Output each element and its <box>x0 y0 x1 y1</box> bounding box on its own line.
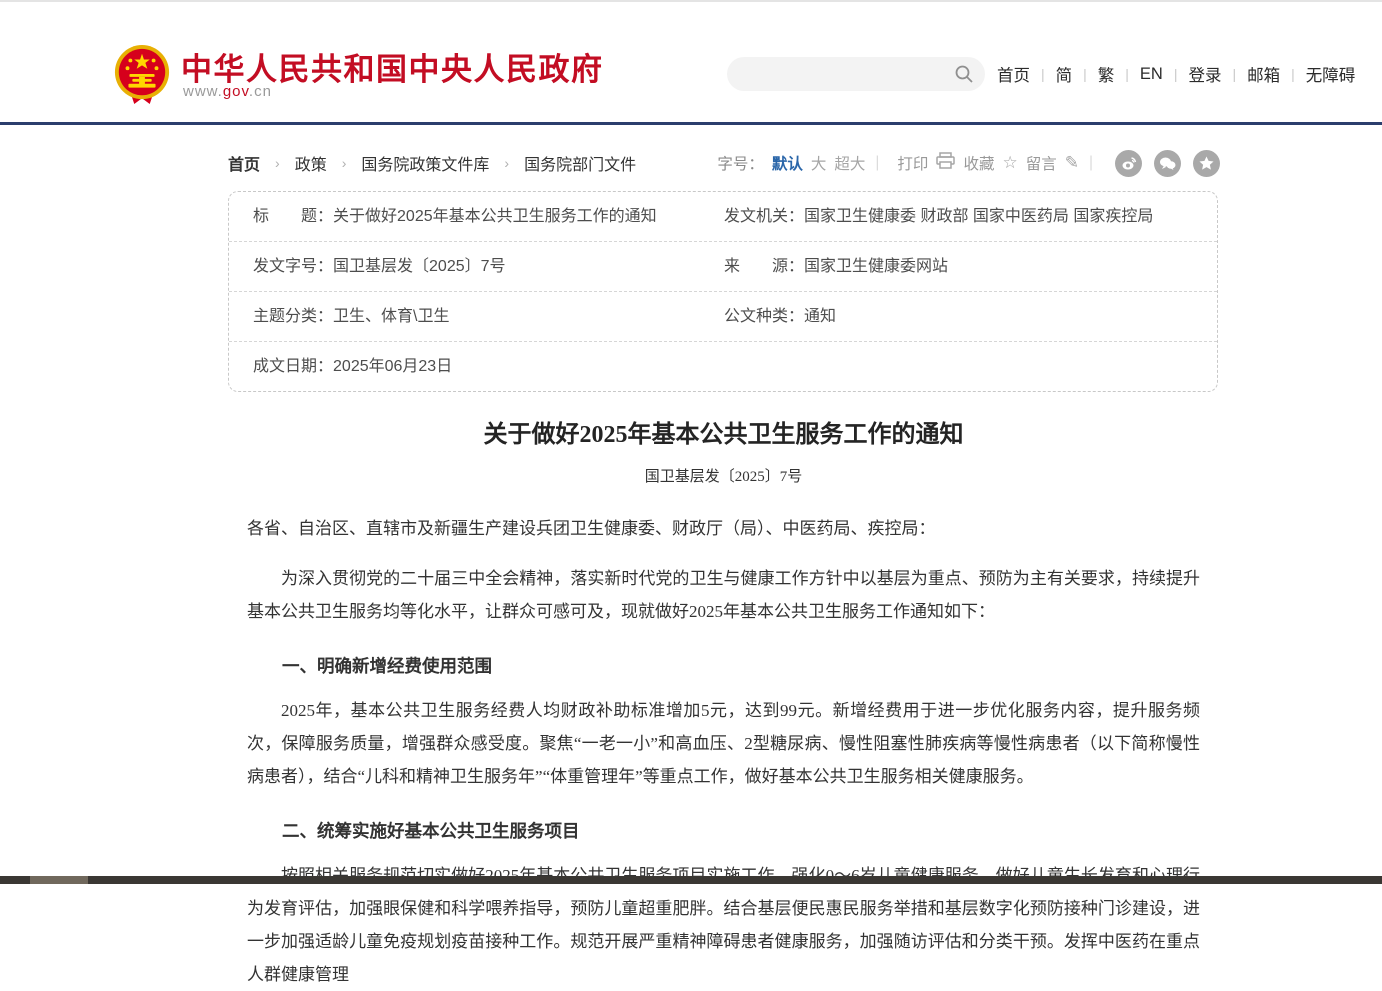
breadcrumb-chevron-icon: › <box>342 155 347 171</box>
meta-topic-category: 主题分类： 卫生、体育\卫生 <box>253 306 724 327</box>
nav-simplified[interactable]: 简 <box>1056 62 1073 86</box>
meta-issuing-agency: 发文机关： 国家卫生健康委 财政部 国家中医药局 国家疾控局 <box>724 206 1217 227</box>
tools-separator: | <box>1089 154 1093 172</box>
nav-separator: | <box>1174 66 1178 82</box>
breadcrumb-chevron-icon: › <box>275 155 280 171</box>
document-body: 关于做好2025年基本公共卫生服务工作的通知 国卫基层发〔2025〕7号 各省、… <box>247 414 1200 991</box>
meta-row: 标 题： 关于做好2025年基本公共卫生服务工作的通知 发文机关： 国家卫生健康… <box>229 192 1217 242</box>
breadcrumb: 首页 › 政策 › 国务院政策文件库 › 国务院部门文件 <box>228 151 636 175</box>
nav-separator: | <box>1291 66 1295 82</box>
national-emblem-logo <box>113 44 171 106</box>
intro-paragraph: 为深入贯彻党的二十届三中全会精神，落实新时代党的卫生与健康工作方针中以基层为重点… <box>247 562 1200 628</box>
print-button[interactable]: 打印 <box>897 152 928 174</box>
breadcrumb-chevron-icon: › <box>504 155 509 171</box>
section-1-paragraph: 2025年，基本公共卫生服务经费人均财政补助标准增加5元，达到99元。新增经费用… <box>247 694 1200 793</box>
share-weibo-button[interactable] <box>1115 150 1142 177</box>
font-size-large-button[interactable]: 大 <box>811 152 827 174</box>
font-size-default-button[interactable]: 默认 <box>772 152 803 174</box>
breadcrumb-policy-library[interactable]: 国务院政策文件库 <box>361 151 489 175</box>
meta-row: 成文日期： 2025年06月23日 <box>229 342 1217 391</box>
nav-separator: | <box>1232 66 1236 82</box>
share-qzone-button[interactable] <box>1193 150 1220 177</box>
share-wechat-button[interactable] <box>1154 150 1181 177</box>
breadcrumb-department-docs[interactable]: 国务院部门文件 <box>524 151 636 175</box>
font-size-label: 字号： <box>717 152 764 174</box>
nav-english[interactable]: EN <box>1140 65 1163 84</box>
section-heading-1: 一、明确新增经费使用范围 <box>247 653 1200 678</box>
meta-row: 发文字号： 国卫基层发〔2025〕7号 来 源： 国家卫生健康委网站 <box>229 242 1217 292</box>
nav-separator: | <box>1125 66 1129 82</box>
article-tools: 字号： 默认 大 超大 | 打印 收藏 ☆ 留言 ✎ | <box>717 150 1220 177</box>
site-url: www.gov.cn <box>183 83 272 100</box>
comment-button[interactable]: 留言 <box>1026 152 1057 174</box>
breadcrumb-home[interactable]: 首页 <box>228 151 260 175</box>
nav-separator: | <box>1083 66 1087 82</box>
document-title: 关于做好2025年基本公共卫生服务工作的通知 <box>247 414 1200 449</box>
search-input[interactable] <box>743 61 947 89</box>
nav-mailbox[interactable]: 邮箱 <box>1247 62 1280 86</box>
comment-pencil-icon[interactable]: ✎ <box>1065 153 1079 173</box>
breadcrumb-policy[interactable]: 政策 <box>295 151 327 175</box>
meta-date: 成文日期： 2025年06月23日 <box>253 356 724 377</box>
nav-traditional[interactable]: 繁 <box>1098 62 1115 86</box>
tools-separator: | <box>875 154 879 172</box>
meta-source: 来 源： 国家卫生健康委网站 <box>724 256 1217 277</box>
document-number: 国卫基层发〔2025〕7号 <box>247 465 1200 486</box>
printer-icon[interactable] <box>936 152 955 174</box>
favorite-button[interactable]: 收藏 <box>963 152 994 174</box>
meta-title: 标 题： 关于做好2025年基本公共卫生服务工作的通知 <box>253 206 724 227</box>
meta-doc-number: 发文字号： 国卫基层发〔2025〕7号 <box>253 256 724 277</box>
top-nav: 首页 | 简 | 繁 | EN | 登录 | 邮箱 | 无障碍 <box>997 62 1355 86</box>
nav-accessibility[interactable]: 无障碍 <box>1306 62 1356 86</box>
nav-separator: | <box>1041 66 1045 82</box>
bottom-edge-bar-segment <box>30 876 88 884</box>
meta-row: 主题分类： 卫生、体育\卫生 公文种类： 通知 <box>229 292 1217 342</box>
meta-doc-type: 公文种类： 通知 <box>724 306 1217 327</box>
nav-home[interactable]: 首页 <box>997 62 1030 86</box>
bottom-edge-bar <box>0 876 1382 884</box>
search-icon[interactable] <box>954 64 974 89</box>
site-header: 中华人民共和国中央人民政府 www.gov.cn 首页 | 简 | 繁 | EN… <box>0 2 1382 125</box>
nav-login[interactable]: 登录 <box>1188 62 1221 86</box>
salutation-paragraph: 各省、自治区、直辖市及新疆生产建设兵团卫生健康委、财政厅（局）、中医药局、疾控局… <box>247 512 1200 545</box>
font-size-xlarge-button[interactable]: 超大 <box>834 152 865 174</box>
favorite-star-icon[interactable]: ☆ <box>1002 153 1017 173</box>
document-meta-box: 标 题： 关于做好2025年基本公共卫生服务工作的通知 发文机关： 国家卫生健康… <box>228 191 1218 392</box>
page-toolbar: 首页 › 政策 › 国务院政策文件库 › 国务院部门文件 字号： 默认 大 超大… <box>228 145 1220 181</box>
search-box[interactable] <box>727 57 985 91</box>
section-heading-2: 二、统筹实施好基本公共卫生服务项目 <box>247 818 1200 843</box>
